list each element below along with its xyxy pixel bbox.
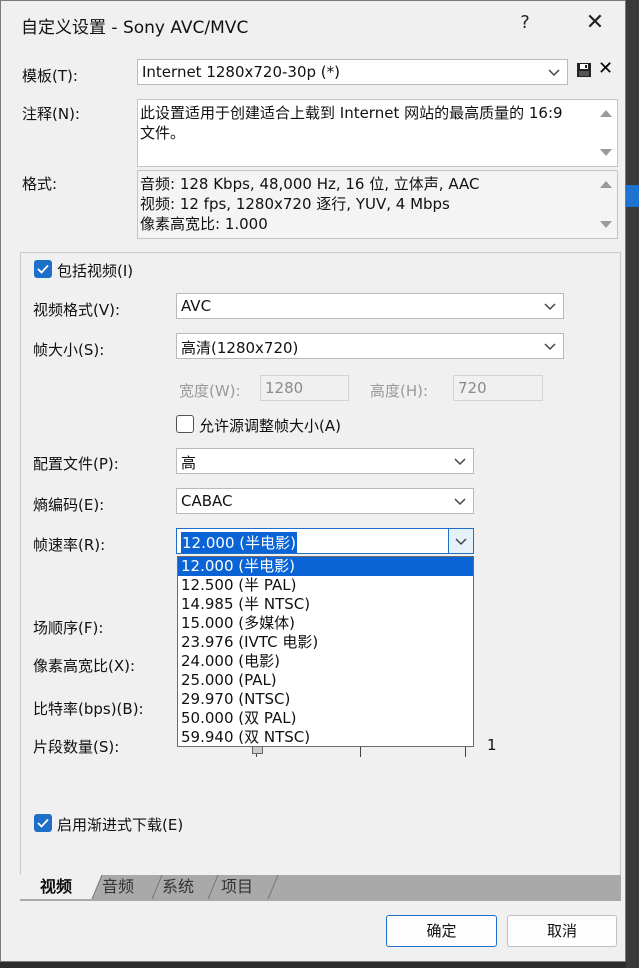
- scroll-down-icon: [600, 221, 612, 228]
- framerate-combo[interactable]: 12.000 (半电影): [176, 528, 474, 554]
- progressive-download-label: 启用渐进式下载(E): [57, 816, 184, 834]
- notes-textarea[interactable]: 此设置适用于创建适合上载到 Internet 网站的最高质量的 16:9 文件。: [137, 99, 618, 167]
- chevron-down-icon: [544, 303, 556, 311]
- chevron-down-icon: [548, 69, 560, 77]
- format-line-pixel-aspect: 像素高宽比: 1.000: [140, 215, 268, 233]
- video-format-label: 视频格式(V):: [33, 301, 121, 319]
- frame-size-combo[interactable]: 高清(1280x720): [176, 333, 564, 359]
- frame-size-value: 高清(1280x720): [181, 339, 299, 357]
- title-bar: 自定义设置 - Sony AVC/MVC ? ✕: [1, 1, 625, 45]
- progressive-download-checkbox[interactable]: [34, 814, 52, 832]
- profile-label: 配置文件(P):: [33, 455, 119, 473]
- framerate-option[interactable]: 50.000 (双 PAL): [178, 709, 473, 728]
- background-highlight: [626, 185, 639, 207]
- pixel-aspect-label: 像素高宽比(X):: [33, 657, 136, 675]
- save-template-button[interactable]: [576, 62, 592, 78]
- chevron-down-icon: [544, 343, 556, 351]
- scroll-up-icon: [600, 110, 612, 117]
- allow-resize-label: 允许源调整帧大小(A): [199, 417, 341, 435]
- height-value: 720: [458, 379, 487, 397]
- profile-value: 高: [181, 454, 197, 472]
- chevron-down-icon: [454, 498, 466, 506]
- width-value: 1280: [265, 379, 304, 397]
- scroll-down-icon: [600, 149, 612, 156]
- framerate-option[interactable]: 14.985 (半 NTSC): [178, 595, 473, 614]
- format-scrollbar[interactable]: [595, 171, 617, 238]
- slices-label: 片段数量(S):: [33, 738, 120, 756]
- include-video-label: 包括视频(I): [57, 262, 134, 280]
- framerate-dropdown-button[interactable]: [448, 529, 473, 553]
- delete-template-button[interactable]: ✕: [598, 58, 613, 79]
- format-text: 音频: 128 Kbps, 48,000 Hz, 16 位, 立体声, AAC …: [140, 174, 479, 234]
- format-line-video: 视频: 12 fps, 1280x720 逐行, YUV, 4 Mbps: [140, 195, 450, 213]
- width-field[interactable]: 1280: [260, 375, 349, 401]
- video-format-combo[interactable]: AVC: [176, 293, 564, 319]
- framerate-option[interactable]: 25.000 (PAL): [178, 671, 473, 690]
- scroll-up-icon: [600, 181, 612, 188]
- entropy-label: 熵编码(E):: [33, 496, 105, 514]
- template-combo[interactable]: Internet 1280x720-30p (*): [137, 59, 568, 85]
- profile-combo[interactable]: 高: [176, 448, 474, 474]
- video-format-value: AVC: [181, 297, 212, 315]
- close-button[interactable]: ✕: [575, 7, 615, 39]
- framerate-option[interactable]: 23.976 (IVTC 电影): [178, 633, 473, 652]
- notes-scrollbar[interactable]: [595, 100, 617, 166]
- framerate-option[interactable]: 15.000 (多媒体): [178, 614, 473, 633]
- help-button[interactable]: ?: [505, 7, 545, 39]
- tab-project[interactable]: 项目: [221, 875, 253, 899]
- notes-label: 注释(N):: [22, 105, 80, 123]
- format-label: 格式:: [22, 175, 58, 193]
- tab-video[interactable]: 视频: [40, 875, 72, 899]
- custom-settings-dialog: 自定义设置 - Sony AVC/MVC ? ✕ 模板(T): Internet…: [0, 0, 626, 962]
- notes-line-2: 文件。: [140, 124, 186, 142]
- chevron-down-icon: [454, 458, 466, 466]
- template-value: Internet 1280x720-30p (*): [142, 63, 341, 81]
- framerate-dropdown-list: 12.000 (半电影) 12.500 (半 PAL) 14.985 (半 NT…: [177, 556, 474, 747]
- background-app-strip: [626, 0, 639, 968]
- framerate-option[interactable]: 12.000 (半电影): [178, 557, 473, 576]
- settings-tabs: 视频 音频 系统 项目: [20, 875, 621, 901]
- framerate-label: 帧速率(R):: [33, 536, 106, 554]
- frame-size-label: 帧大小(S):: [33, 341, 105, 359]
- height-label: 高度(H):: [370, 382, 429, 400]
- save-icon: [577, 63, 591, 77]
- template-label: 模板(T):: [22, 67, 78, 85]
- framerate-option[interactable]: 29.970 (NTSC): [178, 690, 473, 709]
- framerate-option[interactable]: 24.000 (电影): [178, 652, 473, 671]
- help-icon: ?: [520, 12, 530, 33]
- ok-button[interactable]: 确定: [386, 915, 497, 947]
- cancel-button[interactable]: 取消: [507, 915, 617, 947]
- slices-max-value: 1: [487, 736, 497, 754]
- bitrate-label: 比特率(bps)(B):: [33, 700, 144, 718]
- chevron-down-icon: [455, 538, 467, 546]
- window-title: 自定义设置 - Sony AVC/MVC: [21, 18, 249, 38]
- width-label: 宽度(W):: [179, 382, 241, 400]
- height-field[interactable]: 720: [453, 375, 543, 401]
- checkmark-icon: [37, 264, 49, 274]
- allow-resize-checkbox[interactable]: [176, 415, 194, 433]
- notes-text: 此设置适用于创建适合上载到 Internet 网站的最高质量的 16:9 文件。: [140, 103, 563, 143]
- checkmark-icon: [37, 818, 49, 828]
- framerate-value: 12.000 (半电影): [181, 532, 297, 553]
- tab-system[interactable]: 系统: [162, 875, 194, 899]
- format-line-audio: 音频: 128 Kbps, 48,000 Hz, 16 位, 立体声, AAC: [140, 175, 480, 193]
- notes-line-1: 此设置适用于创建适合上载到 Internet 网站的最高质量的 16:9: [140, 104, 563, 122]
- close-icon: ✕: [585, 10, 605, 35]
- delete-icon: ✕: [598, 58, 614, 79]
- framerate-option[interactable]: 59.940 (双 NTSC): [178, 728, 473, 747]
- tab-audio[interactable]: 音频: [102, 875, 134, 899]
- framerate-option[interactable]: 12.500 (半 PAL): [178, 576, 473, 595]
- field-order-label: 场顺序(F):: [33, 619, 104, 637]
- entropy-value: CABAC: [181, 492, 233, 510]
- include-video-checkbox[interactable]: [34, 260, 52, 278]
- entropy-combo[interactable]: CABAC: [176, 488, 474, 514]
- format-textbox: 音频: 128 Kbps, 48,000 Hz, 16 位, 立体声, AAC …: [137, 170, 618, 239]
